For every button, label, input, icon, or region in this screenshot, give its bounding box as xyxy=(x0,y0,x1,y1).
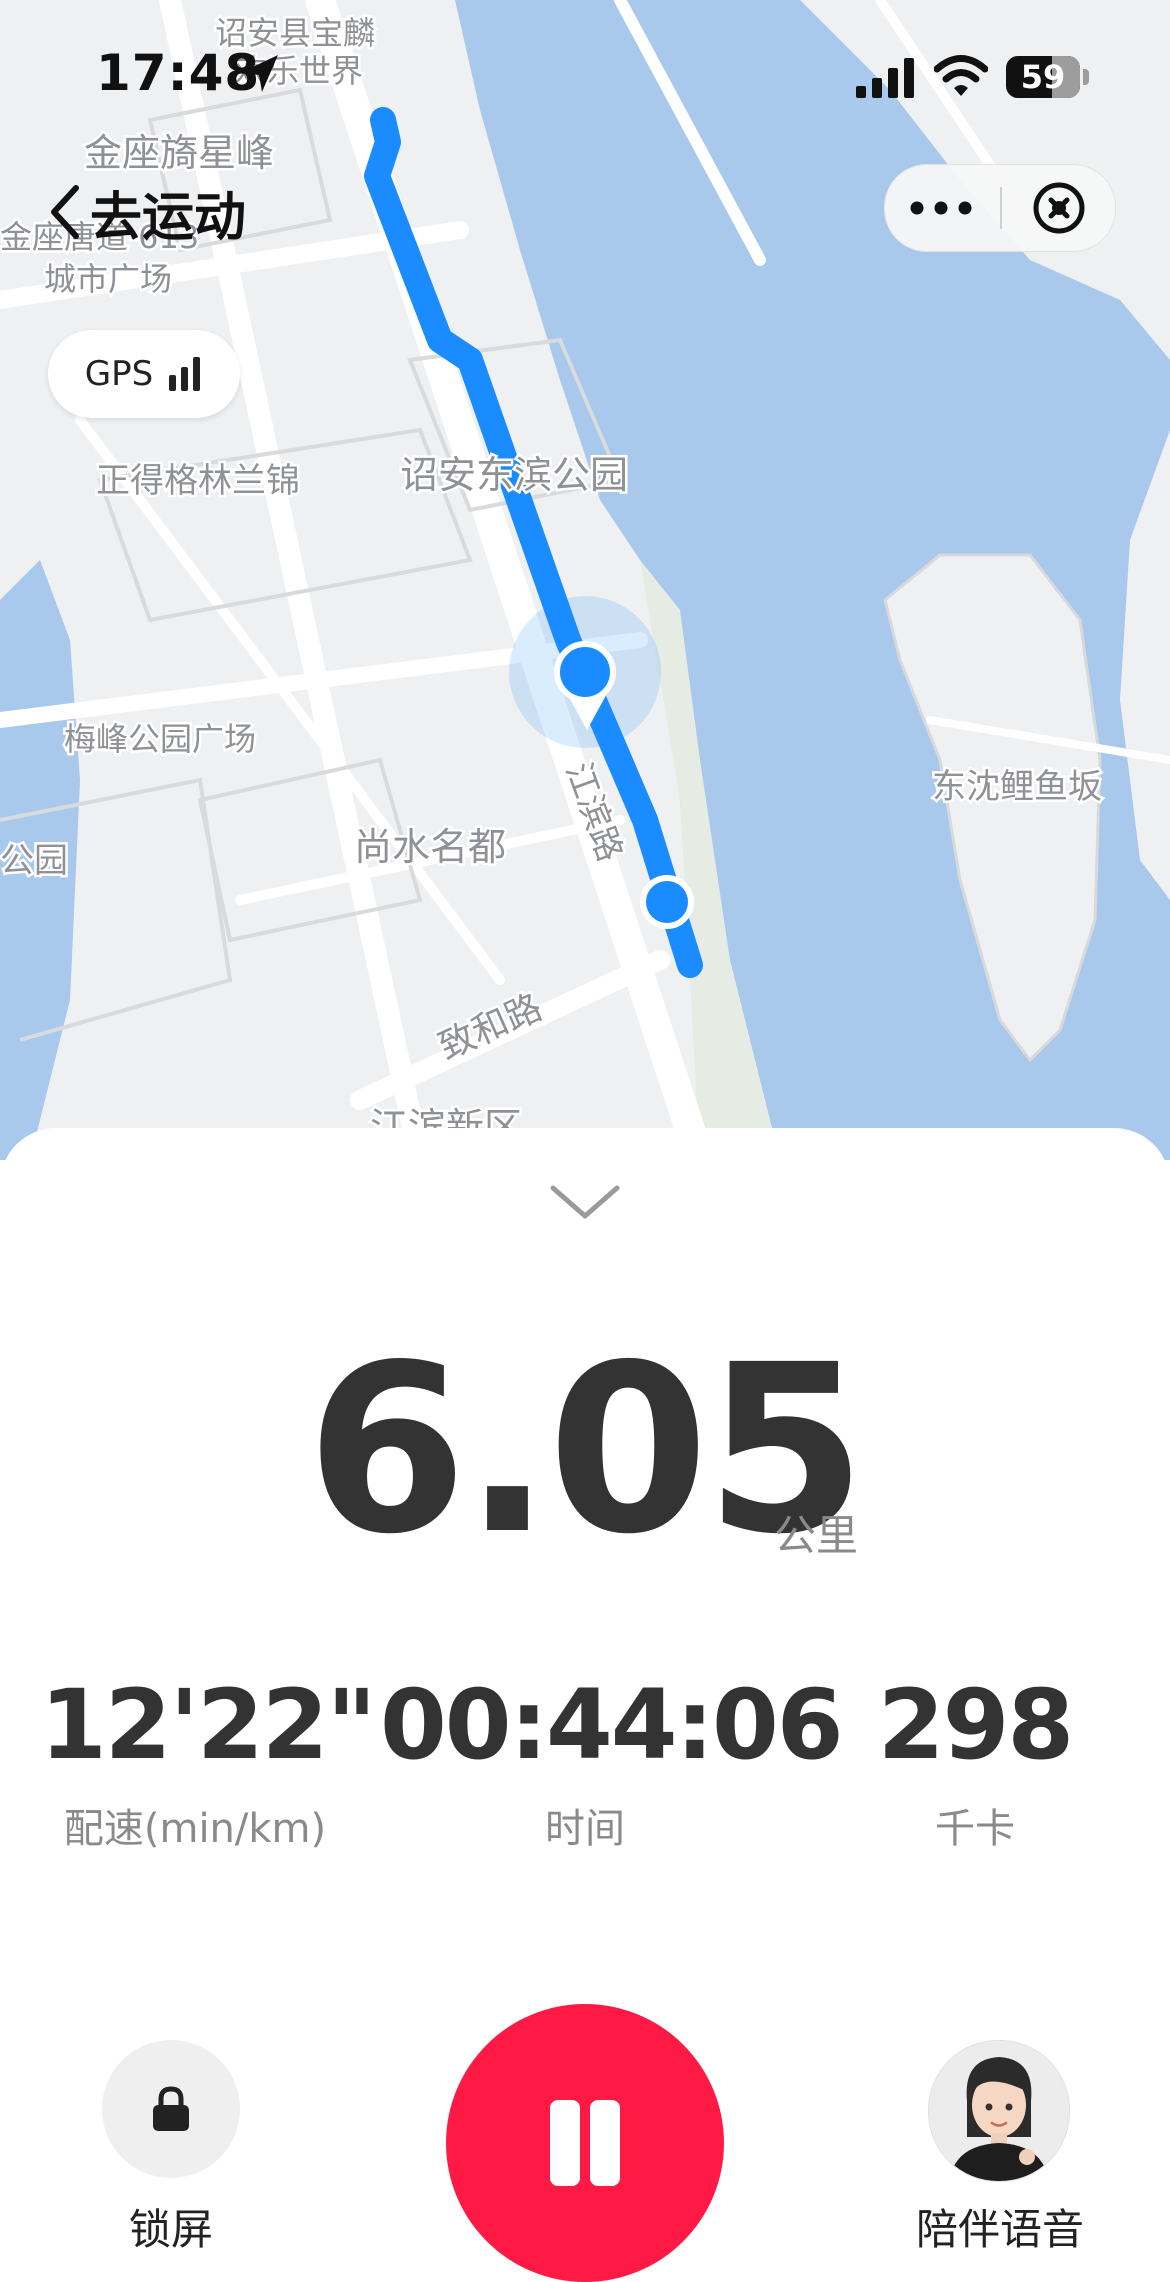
page-title: 去运动 xyxy=(90,187,247,248)
wifi-icon xyxy=(934,55,988,96)
lock-screen-label: 锁屏 xyxy=(128,2205,213,2254)
signal-icon xyxy=(856,58,914,98)
calories-value: 298 xyxy=(877,1669,1074,1781)
back-chevron-icon xyxy=(51,185,79,239)
collapse-chevron-icon[interactable] xyxy=(547,1176,623,1226)
companion-voice-button[interactable] xyxy=(928,2040,1070,2182)
gps-signal-icon xyxy=(169,357,201,391)
map-label: 正得格林兰锦 xyxy=(96,461,300,501)
more-icon xyxy=(910,201,972,215)
lock-icon xyxy=(153,2086,189,2131)
status-time: 17:48 xyxy=(96,44,261,102)
map-label: 公园 xyxy=(0,841,68,881)
map-label: 东沈鲤鱼坂 xyxy=(932,767,1102,807)
distance-unit: 公里 xyxy=(774,1511,859,1560)
time-label: 时间 xyxy=(545,1806,625,1852)
more-button[interactable] xyxy=(885,165,997,251)
distance-display: 6.05 公里 xyxy=(0,1330,1170,1570)
map-label: 诏安东滨公园 xyxy=(400,453,628,497)
map-label: 城市广场 xyxy=(44,260,172,298)
close-icon xyxy=(1033,182,1085,234)
location-arrow-icon xyxy=(242,55,278,92)
map-label: 尚水名都 xyxy=(354,825,506,869)
battery-icon: 59 xyxy=(1006,56,1090,98)
companion-voice-label: 陪伴语音 xyxy=(915,2205,1084,2254)
close-button[interactable] xyxy=(1003,165,1115,251)
calories-label: 千卡 xyxy=(935,1806,1015,1852)
lock-screen-button[interactable] xyxy=(102,2040,240,2178)
gps-status: GPS xyxy=(48,330,240,418)
battery-level: 59 xyxy=(1020,58,1066,96)
gps-label: GPS xyxy=(84,354,154,394)
capsule-divider xyxy=(1000,187,1002,229)
pace-value: 12'22" xyxy=(40,1669,377,1781)
map-label: 梅峰公园广场 xyxy=(64,720,256,758)
status-bar: 17:48 59 xyxy=(0,0,1170,150)
time-value: 00:44:06 xyxy=(380,1669,844,1781)
back-button[interactable]: 去运动 xyxy=(44,176,246,248)
pace-label: 配速(min/km) xyxy=(63,1806,327,1852)
companion-avatar xyxy=(929,2041,1069,2181)
pause-button[interactable] xyxy=(446,2004,724,2282)
miniprogram-capsule xyxy=(884,164,1116,252)
